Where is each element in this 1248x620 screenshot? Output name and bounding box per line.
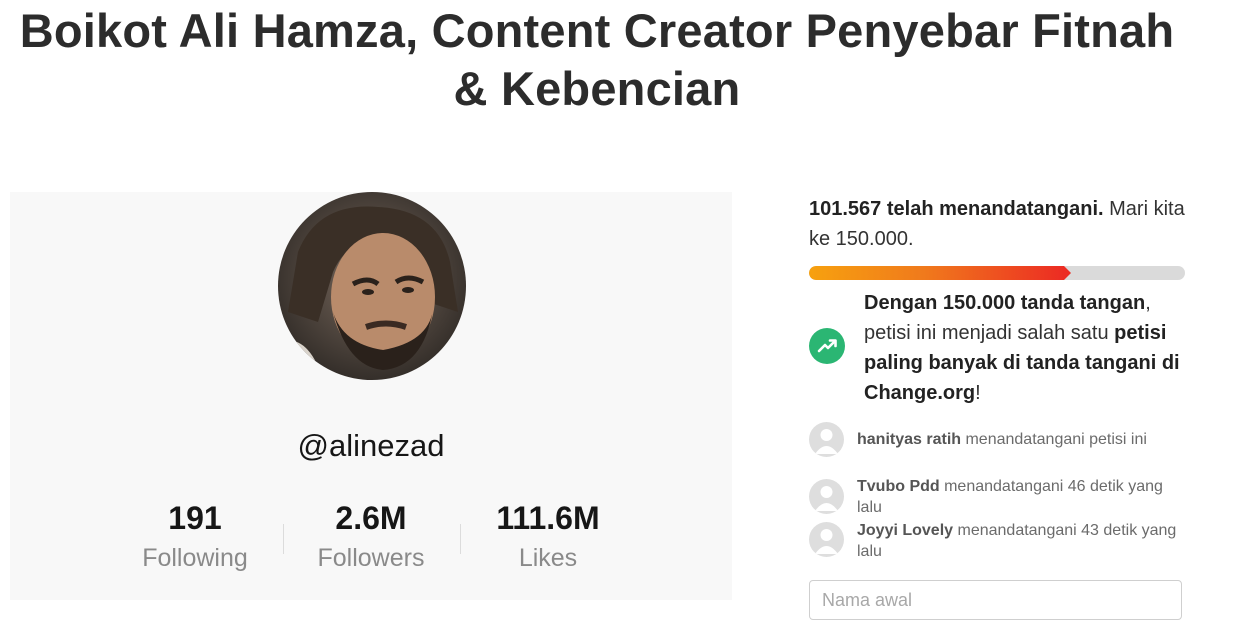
- stat-following: 191 Following: [105, 498, 285, 573]
- avatar: [809, 522, 844, 557]
- avatar: [809, 479, 844, 514]
- signer-name: Tvubo Pdd: [857, 478, 940, 495]
- progress-fill: [809, 266, 1064, 280]
- stat-label: Following: [142, 544, 248, 572]
- stat-followers: 2.6M Followers: [281, 498, 461, 573]
- signature-panel: 101.567 telah menandatangani. Mari kita …: [809, 194, 1185, 560]
- signature-count-bold: 101.567 telah menandatangani.: [809, 198, 1104, 220]
- milestone-bold-1: Dengan 150.000 tanda tangan: [864, 292, 1146, 314]
- stat-likes: 111.6M Likes: [458, 498, 638, 573]
- petition-title: Boikot Ali Hamza, Content Creator Penyeb…: [19, 4, 1175, 115]
- stat-value: 2.6M: [335, 500, 407, 536]
- signature-count: 101.567 telah menandatangani. Mari kita …: [809, 194, 1185, 254]
- milestone-text: Dengan 150.000 tanda tangan, petisi ini …: [864, 288, 1184, 408]
- stat-label: Followers: [317, 544, 425, 572]
- milestone-text-4: !: [975, 382, 981, 404]
- profile-handle: @alinezad: [297, 428, 445, 463]
- signer-text: Joyyi Lovely menandatangani 43 detik yan…: [857, 520, 1183, 562]
- stat-label: Likes: [518, 544, 578, 572]
- stat-value: 191: [168, 500, 222, 536]
- avatar: [809, 422, 844, 457]
- signer-name: hanityas ratih: [857, 431, 962, 448]
- trending-up-icon: [809, 328, 845, 364]
- signer-text: Tvubo Pdd menandatangani 46 detik yang l…: [857, 476, 1183, 518]
- signer-action: menandatangani petisi ini: [961, 431, 1147, 448]
- stat-value: 111.6M: [496, 500, 600, 536]
- profile-photo: [278, 192, 466, 380]
- signature-progress-bar: [809, 266, 1185, 280]
- tiktok-profile-image: @alinezad 191 Following 2.6M Followers 1…: [10, 192, 732, 600]
- first-name-input[interactable]: [809, 580, 1182, 620]
- signer-text: hanityas ratih menandatangani petisi ini: [857, 429, 1183, 450]
- progress-tip: [1064, 266, 1071, 280]
- milestone-notice: Dengan 150.000 tanda tangan, petisi ini …: [809, 288, 1185, 412]
- signer-name: Joyyi Lovely: [857, 522, 954, 539]
